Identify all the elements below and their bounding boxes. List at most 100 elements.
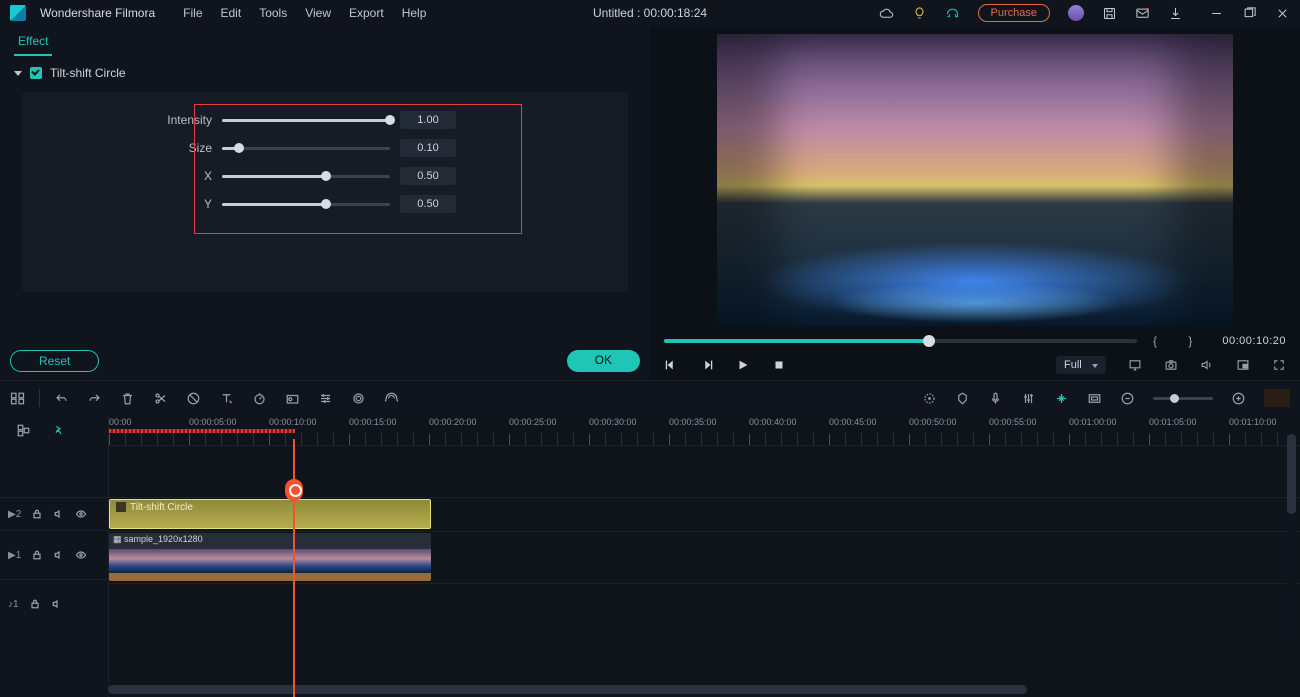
ruler-label: 00:00:30:00 <box>589 417 637 427</box>
value-y[interactable]: 0.50 <box>400 195 456 213</box>
audio-mixer-icon[interactable] <box>1021 391 1036 406</box>
download-icon[interactable] <box>1168 6 1183 21</box>
mark-in-out-icon[interactable]: { } <box>1153 334 1206 348</box>
menu-edit[interactable]: Edit <box>221 6 242 20</box>
color-match-icon[interactable] <box>922 391 937 406</box>
motion-tracking-icon[interactable] <box>384 391 399 406</box>
safe-zone-icon[interactable] <box>1087 391 1102 406</box>
visible-icon[interactable] <box>75 549 87 561</box>
text-icon[interactable] <box>219 391 234 406</box>
effect-enable-checkbox[interactable] <box>30 67 42 79</box>
track-header-v1[interactable]: ▶1 <box>0 530 108 579</box>
speed-icon[interactable] <box>252 391 267 406</box>
time-ruler[interactable]: 00:0000:00:05:0000:00:10:0000:00:15:0000… <box>109 415 1300 445</box>
purchase-button[interactable]: Purchase <box>978 4 1050 22</box>
play-icon[interactable] <box>736 358 750 372</box>
slider-y[interactable] <box>222 203 390 206</box>
undo-icon[interactable] <box>54 391 69 406</box>
snapshot-icon[interactable] <box>1164 358 1178 372</box>
lock-icon[interactable] <box>31 549 43 561</box>
clip-video[interactable]: ▦ sample_1920x1280 <box>109 533 431 581</box>
quality-select[interactable]: Full <box>1056 356 1106 374</box>
cloud-icon[interactable] <box>879 6 894 21</box>
zoom-slider[interactable] <box>1153 397 1213 400</box>
zoom-out-icon[interactable] <box>1120 391 1135 406</box>
track-header-a1[interactable]: ♪1 <box>0 579 108 628</box>
slider-intensity[interactable] <box>222 119 390 122</box>
render-icon[interactable] <box>1054 391 1069 406</box>
stop-icon[interactable] <box>772 358 786 372</box>
chevron-down-icon <box>14 71 22 76</box>
minimize-icon[interactable] <box>1209 6 1224 21</box>
menu-export[interactable]: Export <box>349 6 384 20</box>
pip-icon[interactable] <box>1236 358 1250 372</box>
playhead[interactable] <box>293 439 295 697</box>
title-bar: Wondershare Filmora File Edit Tools View… <box>0 0 1300 26</box>
menu-help[interactable]: Help <box>402 6 427 20</box>
label-size: Size <box>52 141 212 155</box>
display-icon[interactable] <box>1128 358 1142 372</box>
prev-frame-icon[interactable] <box>664 358 678 372</box>
split-icon[interactable] <box>153 391 168 406</box>
ruler-label: 00:00:05:00 <box>189 417 237 427</box>
menu-file[interactable]: File <box>183 6 202 20</box>
track-header-fx2[interactable]: ▶2 <box>0 497 108 530</box>
color-icon[interactable] <box>285 391 300 406</box>
preview-viewport[interactable] <box>717 34 1233 326</box>
delete-icon[interactable] <box>120 391 135 406</box>
redo-icon[interactable] <box>87 391 102 406</box>
timeline-canvas[interactable]: 00:0000:00:05:0000:00:10:0000:00:15:0000… <box>109 415 1300 697</box>
next-frame-icon[interactable] <box>700 358 714 372</box>
label-y: Y <box>52 197 212 211</box>
auto-ripple-icon[interactable] <box>51 423 66 438</box>
value-intensity[interactable]: 1.00 <box>400 111 456 129</box>
value-x[interactable]: 0.50 <box>400 167 456 185</box>
maximize-icon[interactable] <box>1242 6 1257 21</box>
ok-button[interactable]: OK <box>567 350 640 372</box>
value-size[interactable]: 0.10 <box>400 139 456 157</box>
fullscreen-icon[interactable] <box>1272 358 1286 372</box>
record-voiceover-icon[interactable] <box>988 391 1003 406</box>
effect-panel: Effect Tilt-shift Circle Intensity 1.00 … <box>0 26 650 380</box>
visible-icon[interactable] <box>75 508 87 520</box>
effect-params-card: Intensity 1.00 Size 0.10 X 0.50 Y 0.50 <box>22 92 628 292</box>
marker-icon[interactable] <box>955 391 970 406</box>
effect-collapser[interactable]: Tilt-shift Circle <box>0 56 650 86</box>
zoom-in-icon[interactable] <box>1231 391 1246 406</box>
message-icon[interactable] <box>1135 6 1150 21</box>
mute-icon[interactable] <box>53 508 65 520</box>
ruler-label: 00:01:10:00 <box>1229 417 1277 427</box>
menu-view[interactable]: View <box>305 6 331 20</box>
volume-icon[interactable] <box>1200 358 1214 372</box>
ruler-label: 00:00:25:00 <box>509 417 557 427</box>
mute-icon[interactable] <box>53 549 65 561</box>
slider-x[interactable] <box>222 175 390 178</box>
tips-icon[interactable] <box>912 6 927 21</box>
user-avatar-icon[interactable] <box>1068 5 1084 21</box>
reset-button[interactable]: Reset <box>10 350 99 372</box>
headset-icon[interactable] <box>945 6 960 21</box>
menu-tools[interactable]: Tools <box>259 6 287 20</box>
scopes-icon[interactable] <box>1264 389 1290 407</box>
slider-size[interactable] <box>222 147 390 150</box>
greenscreen-icon[interactable] <box>351 391 366 406</box>
adjust-icon[interactable] <box>318 391 333 406</box>
mute-icon[interactable] <box>51 598 63 610</box>
label-intensity: Intensity <box>52 113 212 127</box>
clip-effect[interactable]: Tilt-shift Circle <box>109 499 431 529</box>
keyboard-shortcuts-icon[interactable] <box>10 391 25 406</box>
tab-effect[interactable]: Effect <box>14 30 52 56</box>
save-icon[interactable] <box>1102 6 1117 21</box>
crop-icon[interactable] <box>186 391 201 406</box>
preview-seek-slider[interactable] <box>664 339 1137 343</box>
playhead-scissors-icon[interactable] <box>285 479 303 501</box>
manage-tracks-icon[interactable] <box>16 423 31 438</box>
ruler-label: 00:00:35:00 <box>669 417 717 427</box>
film-icon: ▦ <box>113 534 122 544</box>
track-header-spacer <box>0 445 108 497</box>
close-icon[interactable] <box>1275 6 1290 21</box>
lock-icon[interactable] <box>31 508 43 520</box>
timeline-h-scrollbar[interactable] <box>108 685 1286 694</box>
timeline-v-scrollbar[interactable] <box>1287 414 1296 654</box>
lock-icon[interactable] <box>29 598 41 610</box>
